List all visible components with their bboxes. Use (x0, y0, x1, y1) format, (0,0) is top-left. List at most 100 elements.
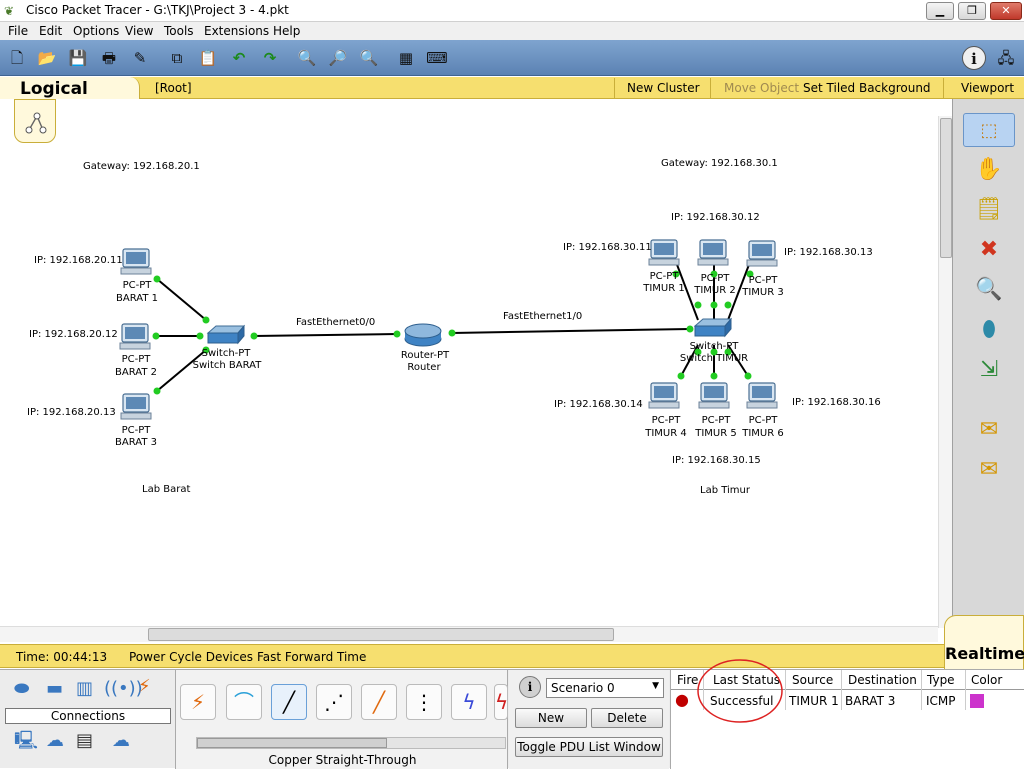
move-object-button[interactable]: Move Object (724, 81, 799, 95)
root-breadcrumb[interactable]: [Root] (155, 81, 192, 95)
device-pc-barat-3[interactable]: IP: 192.168.20.13 PC-PT BARAT 3 (27, 393, 157, 448)
connections-category-icon[interactable]: ⚡ (138, 676, 151, 698)
wan-emulation-category-icon[interactable]: ☁ (46, 730, 64, 752)
cable-selection-panel: ⚡ ⌒ ╱ ⋰ ╱ ⋮ ϟ ϟ Copper Straight-Through (175, 670, 508, 769)
select-tool-icon[interactable]: ⬚ (963, 113, 1015, 147)
device-type-label: Switch-PT (690, 341, 740, 352)
column-divider (965, 670, 966, 710)
horizontal-scroll-thumb[interactable] (148, 628, 614, 641)
navigation-panel-button[interactable] (14, 99, 56, 143)
ip-label: IP: 192.168.20.13 (27, 407, 116, 418)
power-cycle-devices-button[interactable]: Power Cycle Devices (129, 650, 253, 664)
fast-forward-time-button[interactable]: Fast Forward Time (257, 650, 366, 664)
column-header-color[interactable]: Color (971, 673, 1002, 687)
new-file-icon[interactable]: 🗋 (5, 46, 29, 70)
resize-tool-icon[interactable]: ⇲ (963, 353, 1015, 387)
scenario-dropdown[interactable]: Scenario 0 ▼ (546, 678, 664, 698)
menu-help[interactable]: Help (273, 24, 300, 38)
device-router[interactable]: Router-PT Router (401, 323, 450, 373)
device-pc-timur-5[interactable]: IP: 192.168.30.15 PC-PT TIMUR 5 (672, 382, 761, 466)
device-name-label: Switch BARAT (193, 360, 263, 371)
scenario-info-icon[interactable]: i (519, 676, 541, 698)
print-icon[interactable]: 🖶 (97, 46, 121, 70)
menu-file[interactable]: File (8, 24, 28, 38)
copper-straight-through-icon[interactable]: ╱ (271, 684, 307, 720)
new-scenario-button[interactable]: New (515, 708, 587, 728)
redo-icon[interactable]: ↷ (258, 46, 282, 70)
phone-cable-icon[interactable]: ⋮ (406, 684, 442, 720)
device-switch-barat[interactable]: Switch-PT Switch BARAT (193, 325, 263, 371)
activity-wizard-icon[interactable]: ✎ (128, 46, 152, 70)
close-button[interactable]: ✕ (990, 2, 1022, 20)
network-info-icon[interactable]: 🖧 (994, 46, 1018, 70)
custom-device-icon[interactable]: ⌨ (425, 46, 449, 70)
inspect-tool-icon[interactable]: 🔍 (963, 273, 1015, 307)
device-pc-barat-2[interactable]: IP: 192.168.20.12 PC-PT BARAT 2 (29, 323, 157, 378)
device-name-label: TIMUR 2 (693, 285, 736, 296)
menu-extensions[interactable]: Extensions (204, 24, 269, 38)
new-cluster-button[interactable]: New Cluster (627, 81, 700, 95)
column-divider (921, 670, 922, 710)
delete-tool-icon[interactable]: ✖ (963, 233, 1015, 267)
coaxial-cable-icon[interactable]: ϟ (451, 684, 487, 720)
multiuser-category-icon[interactable]: ☁ (112, 730, 130, 752)
serial-dce-cable-icon[interactable]: ϟ (494, 684, 508, 720)
ip-label: IP: 192.168.30.12 (671, 212, 760, 223)
column-header-type[interactable]: Type (927, 673, 955, 687)
logical-tab[interactable]: Logical (0, 77, 140, 99)
set-tiled-background-button[interactable]: Set Tiled Background (803, 81, 931, 95)
menu-view[interactable]: View (125, 24, 153, 38)
delete-scenario-button[interactable]: Delete (591, 708, 663, 728)
device-pc-timur-6[interactable]: IP: 192.168.30.16 PC-PT TIMUR 6 (741, 382, 881, 439)
vertical-scroll-thumb[interactable] (940, 118, 952, 258)
routers-category-icon[interactable]: ⬬ (14, 678, 29, 700)
realtime-mode-tab[interactable]: Realtime (944, 615, 1024, 669)
device-pc-barat-1[interactable]: IP: 192.168.20.11 PC-PT BARAT 1 (34, 248, 158, 304)
wireless-category-icon[interactable]: ((•)) (104, 678, 143, 700)
toggle-pdu-list-button[interactable]: Toggle PDU List Window (515, 737, 663, 757)
zoom-out-icon[interactable]: 🔍 (357, 46, 381, 70)
info-icon[interactable]: i (962, 46, 986, 70)
save-icon[interactable]: 💾 (66, 46, 90, 70)
console-cable-icon[interactable]: ⌒ (226, 684, 262, 720)
menu-edit[interactable]: Edit (39, 24, 62, 38)
zoom-reset-icon[interactable]: 🔎 (326, 46, 350, 70)
divider (710, 78, 711, 98)
vertical-scrollbar[interactable] (938, 116, 952, 628)
column-header-source[interactable]: Source (792, 673, 833, 687)
add-simple-pdu-icon[interactable]: ✉ (963, 413, 1015, 447)
hubs-category-icon[interactable]: ▥ (76, 678, 93, 700)
fiber-cable-icon[interactable]: ╱ (361, 684, 397, 720)
device-pc-timur-1[interactable]: IP: 192.168.30.11 PC-PT TIMUR 1 (563, 239, 685, 294)
column-header-destination[interactable]: Destination (848, 673, 917, 687)
paste-icon[interactable]: 📋 (196, 46, 220, 70)
column-divider (785, 670, 786, 710)
automatic-cable-icon[interactable]: ⚡ (180, 684, 216, 720)
copy-icon[interactable]: ⧉ (165, 46, 189, 70)
add-complex-pdu-icon[interactable]: ✉ (963, 453, 1015, 487)
horizontal-scrollbar[interactable] (0, 626, 938, 642)
draw-shape-tool-icon[interactable]: ⬮ (963, 313, 1015, 347)
menu-options[interactable]: Options (73, 24, 119, 38)
zoom-in-icon[interactable]: 🔍 (295, 46, 319, 70)
custom-devices-category-icon[interactable]: ▤ (76, 730, 93, 752)
cable-list-scrollbar[interactable] (196, 737, 506, 749)
fire-status-icon[interactable]: ● (675, 690, 689, 709)
menu-tools[interactable]: Tools (164, 24, 194, 38)
hand-tool-icon[interactable]: ✋ (963, 153, 1015, 187)
device-name-label: TIMUR 3 (741, 287, 784, 298)
note-tool-icon[interactable]: 🗒 (963, 193, 1015, 227)
viewport-button[interactable]: Viewport (961, 81, 1014, 95)
device-pc-timur-3[interactable]: IP: 192.168.30.13 PC-PT TIMUR 3 (741, 240, 873, 298)
maximize-button[interactable]: ❐ (958, 2, 986, 20)
open-folder-icon[interactable]: 📂 (35, 46, 59, 70)
copper-cross-over-icon[interactable]: ⋰ (316, 684, 352, 720)
minimize-button[interactable]: ▁ (926, 2, 954, 20)
device-pc-timur-4[interactable]: IP: 192.168.30.14 PC-PT TIMUR 4 (554, 382, 687, 439)
switches-category-icon[interactable]: ▬ (46, 678, 63, 700)
cable-scroll-thumb[interactable] (197, 738, 387, 748)
undo-icon[interactable]: ↶ (227, 46, 251, 70)
logical-workspace-canvas[interactable]: Gateway: 192.168.20.1 Gateway: 192.168.3… (0, 99, 938, 624)
end-devices-category-icon[interactable]: 🖳 (14, 730, 38, 752)
palette-icon[interactable]: ▦ (394, 46, 418, 70)
